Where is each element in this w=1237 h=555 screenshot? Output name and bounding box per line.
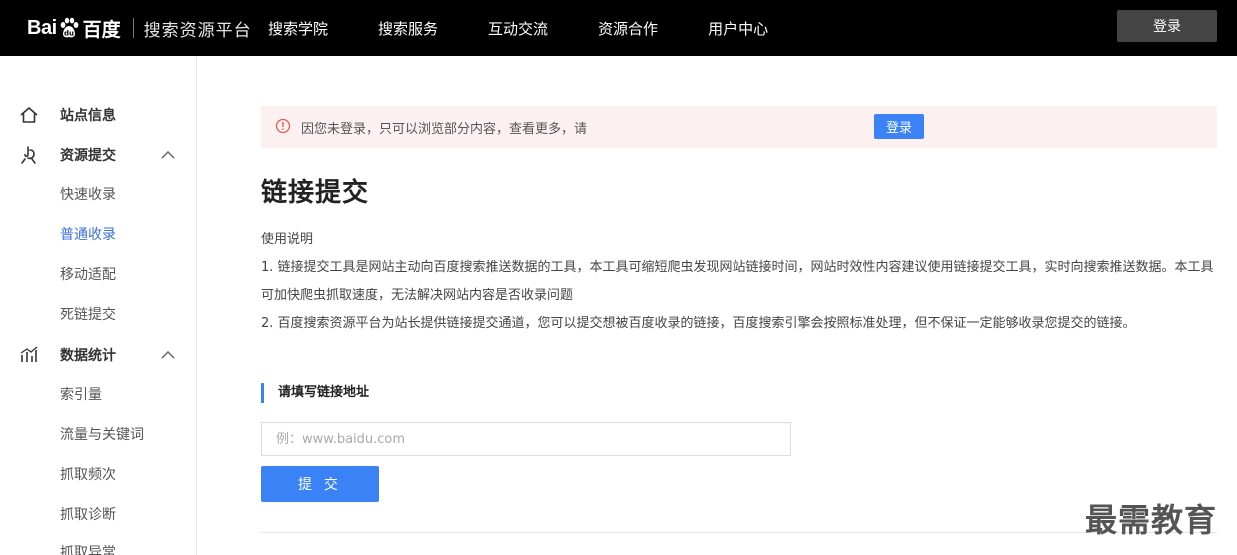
nav-item-community[interactable]: 互动交流 [488,18,548,39]
main-nav: 搜索学院 搜索服务 互动交流 资源合作 用户中心 [268,0,818,56]
watermark-text: 最需教育 [1085,501,1218,539]
desc-heading: 使用说明 [261,232,314,247]
warning-circle-icon [275,118,291,134]
sidebar-item-traffic-keywords[interactable]: 流量与关键词 [60,424,144,444]
sidebar-group-resource-submit[interactable]: 资源提交 [0,135,197,175]
sidebar-group-label: 资源提交 [60,148,116,164]
sidebar-item-index-volume[interactable]: 索引量 [60,384,102,404]
home-icon [20,107,38,123]
sidebar-item-mobile-adapt[interactable]: 移动适配 [60,264,116,284]
sidebar-item-normal-index[interactable]: 普通收录 [60,224,116,244]
baidu-paw-icon: du [60,17,79,38]
sidebar-item-dead-link[interactable]: 死链提交 [60,304,116,324]
logo-text-bai: Bai [27,16,57,39]
sidebar-group-data-stats[interactable]: 数据统计 [0,335,197,375]
content-divider [261,532,1217,533]
top-navigation-bar: Bai du 百度 搜索资源平台 搜索学院 搜索服务 互动交流 资源合作 用户中… [0,0,1237,56]
url-input[interactable] [261,422,791,456]
page-title: 链接提交 [261,178,370,208]
link-submit-icon [21,146,36,164]
url-section-heading: 请填写链接地址 [261,383,369,403]
sidebar-item-fast-index[interactable]: 快速收录 [60,184,116,204]
login-notice-banner: 因您未登录，只可以浏览部分内容，查看更多，请 登录 [261,106,1217,148]
notice-login-button[interactable]: 登录 [874,114,924,139]
sidebar-group-site-info[interactable]: 站点信息 [0,95,197,135]
nav-item-search-academy[interactable]: 搜索学院 [268,18,328,39]
sidebar-item-crawl-frequency[interactable]: 抓取频次 [60,464,116,484]
usage-description: 使用说明 1. 链接提交工具是网站主动向百度搜索推送数据的工具，本工具可缩短爬虫… [261,226,1219,338]
nav-item-search-services[interactable]: 搜索服务 [378,18,438,39]
nav-item-user-center[interactable]: 用户中心 [708,18,768,39]
sidebar-group-label: 数据统计 [60,348,116,364]
chevron-up-icon [161,150,175,159]
nav-item-partnership[interactable]: 资源合作 [598,18,658,39]
desc-point-1: 1. 链接提交工具是网站主动向百度搜索推送数据的工具，本工具可缩短爬虫发现网站链… [261,260,1214,303]
header-login-button[interactable]: 登录 [1117,10,1217,42]
desc-point-2: 2. 百度搜索资源平台为站长提供链接提交通道，您可以提交想被百度收录的链接，百度… [261,316,1136,331]
sidebar-group-label: 站点信息 [60,108,116,124]
logo-separator [132,18,134,38]
sidebar-item-crawl-errors[interactable]: 抓取异常 [60,542,116,555]
baidu-logo[interactable]: Bai du 百度 搜索资源平台 [27,10,252,46]
sidebar: 站点信息 资源提交 快速收录 普通收录 移动适配 死链提交 数据统计 索引量 流… [0,56,197,555]
submit-button[interactable]: 提 交 [261,466,379,502]
logo-text-baidu: 百度 [82,18,121,41]
svg-text:du: du [64,30,74,38]
chevron-up-icon [161,350,175,359]
logo-subtitle: 搜索资源平台 [143,20,252,41]
sidebar-item-crawl-diagnosis[interactable]: 抓取诊断 [60,504,116,524]
notice-text: 因您未登录，只可以浏览部分内容，查看更多，请 [301,121,588,137]
chart-icon [20,346,38,362]
